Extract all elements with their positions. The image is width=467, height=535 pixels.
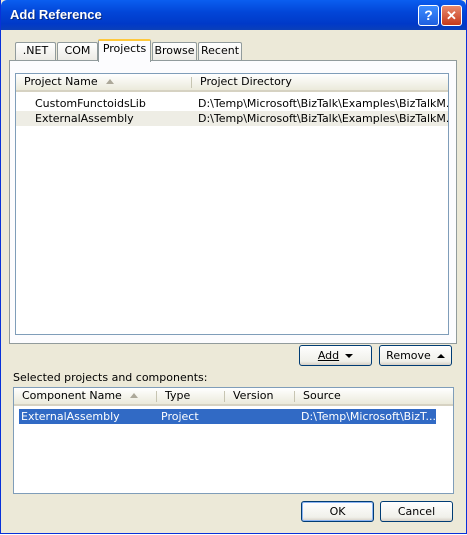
projects-list[interactable]: Project Name Project Directory CustomFun… [15, 73, 449, 335]
tab-recent[interactable]: Recent [198, 42, 242, 60]
column-header-source[interactable]: Source [295, 388, 453, 406]
column-header-component-name[interactable]: Component Name [14, 388, 157, 406]
sort-ascending-icon [129, 393, 138, 398]
column-header-type[interactable]: Type [157, 388, 225, 406]
sort-ascending-icon [105, 79, 114, 84]
remove-button[interactable]: Remove [379, 345, 452, 366]
projects-tab-panel: Project Name Project Directory CustomFun… [9, 60, 457, 344]
column-header-label: Component Name [22, 389, 122, 402]
tab-browse[interactable]: Browse [152, 42, 197, 60]
title-bar[interactable]: Add Reference ? ✕ [1, 0, 466, 30]
column-header-version[interactable]: Version [225, 388, 295, 406]
tab-projects[interactable]: Projects [98, 39, 151, 62]
tab-net[interactable]: .NET [15, 42, 56, 60]
dropdown-arrow-icon [345, 354, 354, 358]
column-header-label: Type [165, 389, 191, 402]
column-header-label: Project Directory [200, 75, 292, 88]
cancel-button[interactable]: Cancel [380, 501, 453, 522]
table-row[interactable]: ExternalAssembly Project D:\Temp\Microso… [19, 409, 436, 424]
column-header-project-name[interactable]: Project Name [16, 74, 192, 92]
ok-button[interactable]: OK [301, 501, 374, 522]
add-button[interactable]: Add [299, 345, 372, 366]
help-icon: ? [424, 7, 433, 23]
column-header-label: Project Name [24, 75, 98, 88]
selected-components-list[interactable]: Component Name Type Version Source Exter… [13, 387, 454, 494]
list-item[interactable]: CustomFunctoidsLib D:\Temp\Microsoft\Biz… [16, 96, 448, 111]
column-header-label: Source [303, 389, 341, 402]
dropup-arrow-icon [436, 354, 445, 358]
close-button[interactable]: ✕ [441, 5, 462, 26]
column-header-project-directory[interactable]: Project Directory [192, 74, 448, 92]
window-title: Add Reference [10, 7, 102, 22]
selected-components-label: Selected projects and components: [13, 371, 208, 384]
help-button[interactable]: ? [418, 5, 439, 26]
add-reference-dialog: Add Reference ? ✕ .NET COM Projects Brow… [0, 0, 467, 534]
column-header-label: Version [233, 389, 274, 402]
list-item[interactable]: ExternalAssembly D:\Temp\Microsoft\BizTa… [16, 111, 448, 126]
tab-com[interactable]: COM [57, 42, 98, 60]
close-icon: ✕ [446, 8, 457, 23]
